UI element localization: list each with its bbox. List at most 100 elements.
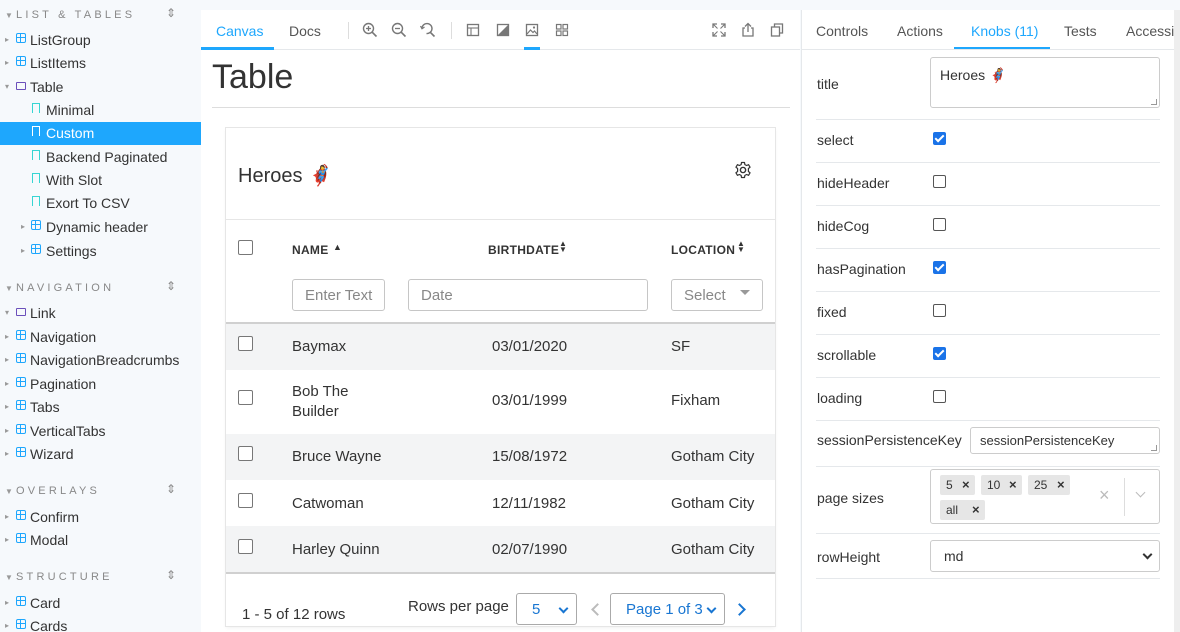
tab-actions[interactable]: Actions [897,23,943,39]
title-textarea[interactable]: Heroes 🦸‍♀️ [930,57,1160,108]
tab-accessibility[interactable]: Accessibility [1126,23,1180,39]
background-icon[interactable] [465,22,481,38]
remove-tag-icon[interactable]: × [1009,477,1017,492]
chevron-down-icon[interactable] [1135,487,1146,498]
scrollable-checkbox[interactable] [933,347,946,360]
previous-page-icon[interactable] [591,603,604,616]
tab-docs[interactable]: Docs [289,23,321,39]
select-checkbox[interactable] [933,132,946,145]
sort-both-icon[interactable]: ▲ ▼ [737,240,745,254]
sidebar-item-table[interactable]: ▾ Table [0,76,201,99]
sidebar-item-cards[interactable]: ▸ Cards [0,615,201,632]
row-height-select[interactable]: md [930,540,1160,572]
tab-tests[interactable]: Tests [1064,23,1097,39]
sidebar-item-custom[interactable]: Custom [0,122,201,145]
name-filter-input[interactable]: Enter Text [292,279,385,311]
sidebar-item-navigation[interactable]: ▸ Navigation [0,326,201,349]
has-pagination-checkbox[interactable] [933,261,946,274]
row-checkbox[interactable] [238,493,253,508]
resize-handle-icon[interactable] [1151,99,1157,105]
loading-checkbox[interactable] [933,390,946,403]
knob-label: hasPagination [817,261,906,277]
resize-handle-icon[interactable] [1151,445,1157,451]
grid-icon[interactable] [554,22,570,38]
table-row[interactable]: Bob The Builder 03/01/1999 Fixham [226,370,775,434]
expand-collapse-icon[interactable]: ⇕ [166,6,176,20]
sidebar-item-dynamic-header[interactable]: ▸ Dynamic header [0,216,201,239]
sidebar-item-wizard[interactable]: ▸ Wizard [0,443,201,466]
sidebar-section-structure[interactable]: ▼ STRUCTURE ⇕ [0,566,201,590]
sidebar-item-label: Table [30,79,64,95]
cell-birthdate: 03/01/1999 [492,392,568,409]
placeholder: Enter Text [305,287,373,304]
row-checkbox[interactable] [238,336,253,351]
clear-all-icon[interactable]: × [1099,485,1110,506]
session-persistence-key-input[interactable]: sessionPersistenceKey [970,427,1160,454]
rows-per-page-select[interactable]: 5 [516,593,577,625]
copy-icon[interactable] [769,22,785,38]
next-page-icon[interactable] [733,603,746,616]
tab-controls[interactable]: Controls [816,23,868,39]
sidebar-section-list-tables[interactable]: ▼ LIST & TABLES ⇕ [0,4,201,28]
sidebar-section-overlays[interactable]: ▼ OVERLAYS ⇕ [0,480,201,504]
sidebar-item-backend-paginated[interactable]: Backend Paginated [0,146,201,169]
sidebar-item-vertical-tabs[interactable]: ▸ VerticalTabs [0,420,201,443]
column-header-birthdate[interactable]: BIRTHDATE [488,243,559,257]
sidebar-item-card[interactable]: ▸ Card [0,592,201,615]
sort-both-icon[interactable]: ▲ ▼ [559,240,567,254]
row-checkbox[interactable] [238,539,253,554]
row-checkbox[interactable] [238,390,253,405]
sidebar-item-tabs[interactable]: ▸ Tabs [0,396,201,419]
select-all-checkbox[interactable] [238,240,253,255]
table-row[interactable]: Catwoman 12/11/1982 Gotham City [226,480,775,526]
zoom-out-icon[interactable] [391,22,407,38]
sidebar-section-navigation[interactable]: ▼ NAVIGATION ⇕ [0,277,201,301]
sidebar-item-export-csv[interactable]: Exort To CSV [0,192,201,215]
expand-collapse-icon[interactable]: ⇕ [166,482,176,496]
knob-label: loading [817,390,863,406]
sidebar-item-settings[interactable]: ▸ Settings [0,240,201,263]
location-filter-select[interactable]: Select [671,279,763,311]
remove-tag-icon[interactable]: × [972,502,980,517]
column-header-name[interactable]: NAME [292,243,329,257]
hide-header-checkbox[interactable] [933,175,946,188]
date-filter-input[interactable]: Date [408,279,648,311]
zoom-in-icon[interactable] [362,22,378,38]
image-icon[interactable] [524,22,540,38]
table-row[interactable]: Baymax 03/01/2020 SF [226,324,775,370]
fixed-checkbox[interactable] [933,304,946,317]
remove-tag-icon[interactable]: × [962,477,970,492]
chevron-right-icon: ▸ [5,402,10,411]
expand-collapse-icon[interactable]: ⇕ [166,279,176,293]
sidebar-item-listgroup[interactable]: ▸ ListGroup [0,29,201,52]
zoom-reset-icon[interactable] [420,22,436,38]
sidebar-item-link[interactable]: ▾ Link [0,302,201,325]
scrollbar[interactable] [1174,10,1180,632]
gear-icon[interactable] [734,161,752,179]
remove-tag-icon[interactable]: × [1057,477,1065,492]
sidebar-item-label: Wizard [30,446,74,462]
table-row[interactable]: Harley Quinn 02/07/1990 Gotham City [226,526,775,572]
sidebar-item-modal[interactable]: ▸ Modal [0,529,201,552]
page-sizes-multiselect[interactable]: 5 × 10 × 25 × all × × [930,469,1160,524]
column-header-location[interactable]: LOCATION [671,243,735,257]
row-checkbox[interactable] [238,446,253,461]
share-icon[interactable] [740,22,756,38]
tab-canvas[interactable]: Canvas [216,23,263,39]
tab-knobs[interactable]: Knobs (11) [971,23,1038,39]
table-row[interactable]: Bruce Wayne 15/08/1972 Gotham City [226,434,775,480]
expand-collapse-icon[interactable]: ⇕ [166,568,176,582]
hide-cog-checkbox[interactable] [933,218,946,231]
page-select[interactable]: Page 1 of 3 [610,593,725,625]
sidebar-item-confirm[interactable]: ▸ Confirm [0,506,201,529]
sidebar-item-navigation-breadcrumbs[interactable]: ▸ NavigationBreadcrumbs [0,349,201,372]
sidebar-item-minimal[interactable]: Minimal [0,99,201,122]
sidebar-item-listitems[interactable]: ▸ ListItems [0,52,201,75]
fullscreen-icon[interactable] [711,22,727,38]
sidebar-item-with-slot[interactable]: With Slot [0,169,201,192]
knob-hide-cog: hideCog [816,206,1160,249]
sidebar-item-pagination[interactable]: ▸ Pagination [0,373,201,396]
chevron-down-icon [740,290,750,295]
sort-ascending-icon[interactable]: ▲ [333,243,342,252]
contrast-icon[interactable] [495,22,511,38]
